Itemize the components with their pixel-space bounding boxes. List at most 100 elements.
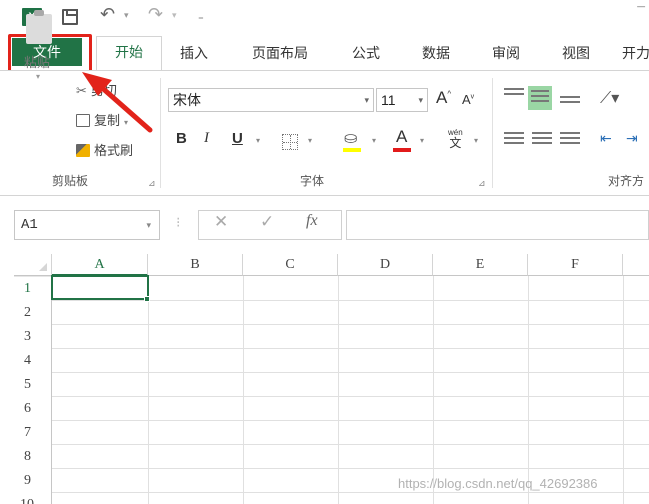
row-header-7[interactable]: 7: [14, 421, 52, 445]
column-header-b[interactable]: B: [148, 254, 243, 276]
tab-view[interactable]: 视图: [554, 42, 598, 70]
fill-color-icon[interactable]: ⛀: [344, 128, 357, 148]
grow-font-glyph: A: [436, 88, 448, 107]
tab-home[interactable]: 开始: [96, 36, 162, 70]
font-size-select[interactable]: 11 ▾: [376, 88, 428, 112]
customize-qat-icon[interactable]: ₌: [198, 10, 204, 23]
group-divider: [492, 78, 493, 188]
copy-dropdown-icon[interactable]: ▾: [124, 118, 128, 127]
row-header-9[interactable]: 9: [14, 469, 52, 493]
redo-icon[interactable]: ↷: [148, 4, 163, 25]
align-top-icon[interactable]: [504, 88, 524, 104]
align-center-icon[interactable]: [532, 132, 552, 148]
column-header-g[interactable]: [623, 254, 649, 276]
row-header-8[interactable]: 8: [14, 445, 52, 469]
undo-icon[interactable]: ↶: [100, 4, 115, 25]
copy-button[interactable]: 复制 ▾: [76, 110, 128, 129]
underline-button[interactable]: U: [232, 130, 243, 147]
paste-button[interactable]: 粘贴: [24, 52, 50, 71]
borders-icon[interactable]: [282, 134, 298, 150]
column-header-e[interactable]: E: [433, 254, 528, 276]
clipboard-group-label: 剪贴板: [52, 174, 89, 188]
bold-button[interactable]: B: [176, 130, 187, 147]
phonetic-guide-bottom: 文: [449, 136, 462, 150]
column-gridline: [338, 276, 339, 504]
format-painter-button[interactable]: 格式刷: [76, 140, 133, 159]
row-header-6[interactable]: 6: [14, 397, 52, 421]
row-header-4[interactable]: 4: [14, 349, 52, 373]
cancel-icon[interactable]: ✕: [214, 212, 228, 232]
tab-insert[interactable]: 插入: [172, 42, 216, 70]
row-header-10[interactable]: 10: [14, 493, 52, 504]
font-color-dropdown-icon[interactable]: ▾: [420, 136, 424, 145]
phonetic-dropdown-icon[interactable]: ▾: [474, 136, 478, 145]
insert-function-button[interactable]: fx: [306, 212, 318, 230]
align-right-icon[interactable]: [560, 132, 580, 148]
selected-cell-a1[interactable]: [51, 275, 149, 300]
row-header-1[interactable]: 1: [14, 277, 52, 301]
italic-button[interactable]: I: [204, 130, 209, 147]
formula-input[interactable]: [346, 210, 649, 240]
tab-page-layout[interactable]: 页面布局: [240, 42, 320, 70]
underline-dropdown-icon[interactable]: ▾: [256, 136, 260, 145]
column-header-d[interactable]: D: [338, 254, 433, 276]
format-painter-label: 格式刷: [94, 143, 134, 158]
align-middle-icon[interactable]: [528, 86, 552, 110]
formula-bar-grip-icon[interactable]: ⁝: [176, 214, 180, 231]
fill-handle[interactable]: [144, 296, 150, 302]
font-color-icon[interactable]: A: [396, 127, 407, 147]
column-header-a[interactable]: A: [52, 254, 148, 276]
tab-formulas[interactable]: 公式: [344, 42, 388, 70]
shrink-font-glyph: A: [462, 92, 471, 107]
font-name-value: 宋体: [173, 92, 201, 108]
scissors-icon: ✂: [76, 83, 87, 98]
align-left-icon[interactable]: [504, 132, 524, 148]
row-header-5[interactable]: 5: [14, 373, 52, 397]
tab-review[interactable]: 审阅: [484, 42, 528, 70]
column-gridline: [623, 276, 624, 504]
save-icon[interactable]: [62, 9, 78, 25]
row-gridline: [52, 372, 649, 373]
clipboard-launcher-icon[interactable]: ⊿: [148, 178, 156, 189]
row-header-3[interactable]: 3: [14, 325, 52, 349]
fill-color-dropdown-icon[interactable]: ▾: [372, 136, 376, 145]
increase-indent-icon[interactable]: ⇥: [626, 130, 638, 147]
quick-access-toolbar: X ↶ ▾ ↷ ▾ ₌ ¯: [0, 0, 649, 36]
paste-icon[interactable]: [26, 10, 52, 44]
select-all-corner[interactable]: [14, 254, 52, 276]
window-control-icon[interactable]: ¯: [637, 4, 645, 20]
font-color-swatch: [393, 148, 411, 152]
alignment-group-label: 对齐方: [608, 174, 645, 188]
row-gridline: [52, 492, 649, 493]
decrease-indent-icon[interactable]: ⇤: [600, 130, 612, 147]
column-header-f[interactable]: F: [528, 254, 623, 276]
align-bottom-icon[interactable]: [560, 96, 580, 112]
cut-button[interactable]: ✂ 剪切: [76, 80, 117, 99]
row-gridline: [52, 348, 649, 349]
redo-dropdown-icon[interactable]: ▾: [172, 10, 177, 21]
decrease-font-size-button[interactable]: Av: [462, 92, 474, 107]
font-launcher-icon[interactable]: ⊿: [478, 178, 486, 189]
enter-icon[interactable]: ✓: [260, 212, 274, 232]
font-name-select[interactable]: 宋体 ▾: [168, 88, 374, 112]
borders-dropdown-icon[interactable]: ▾: [308, 136, 312, 145]
undo-dropdown-icon[interactable]: ▾: [124, 10, 129, 21]
tab-developer[interactable]: 开力: [622, 42, 649, 70]
copy-label: 复制: [94, 113, 121, 128]
column-gridline: [528, 276, 529, 504]
copy-icon: [76, 114, 90, 127]
paste-dropdown-icon[interactable]: ▾: [36, 72, 40, 81]
row-header-2[interactable]: 2: [14, 301, 52, 325]
phonetic-guide-icon[interactable]: wén 文: [448, 128, 463, 150]
column-header-c[interactable]: C: [243, 254, 338, 276]
row-gridline: [52, 324, 649, 325]
name-box[interactable]: A1 ▾: [14, 210, 160, 240]
font-size-value: 11: [381, 92, 396, 108]
tab-data[interactable]: 数据: [414, 42, 458, 70]
row-gridline: [52, 420, 649, 421]
chevron-down-icon: ▾: [146, 220, 151, 230]
watermark-text: https://blog.csdn.net/qq_42692386: [398, 476, 598, 491]
group-divider: [160, 78, 161, 188]
orientation-icon[interactable]: ⟋▾: [600, 88, 619, 108]
increase-font-size-button[interactable]: A^: [436, 88, 451, 108]
